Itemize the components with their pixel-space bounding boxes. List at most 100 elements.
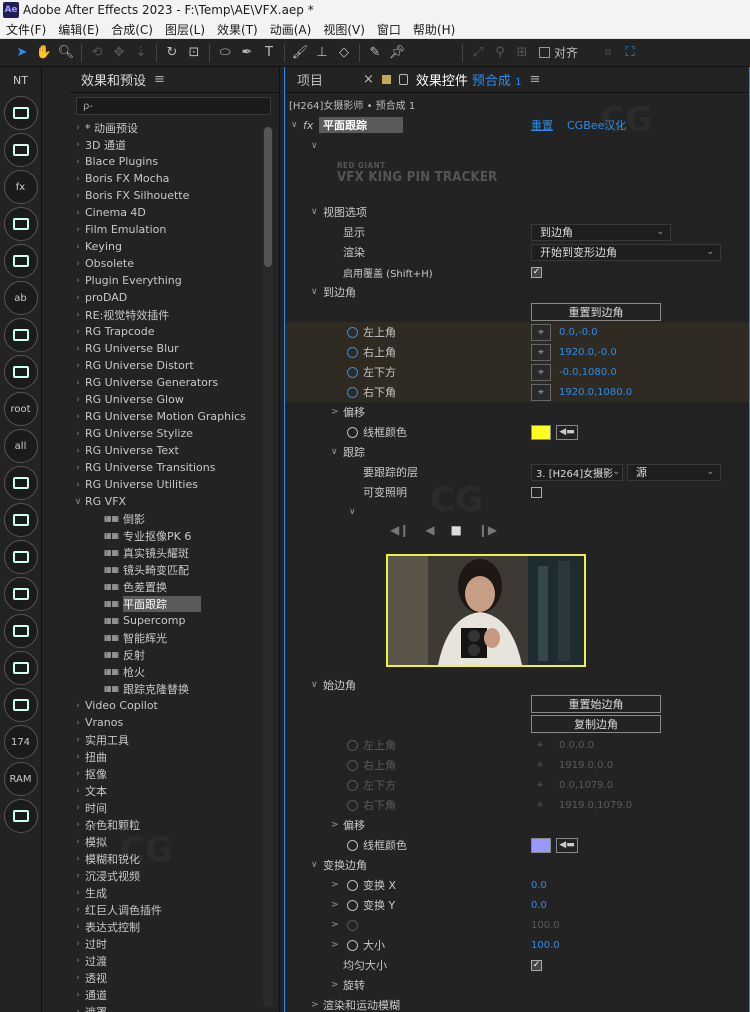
chevron-right-icon[interactable]: › [71, 140, 85, 150]
effect-category[interactable]: › RE:视觉特效插件 [70, 306, 262, 323]
tracking-row[interactable]: ∨ 跟踪 [285, 442, 749, 462]
chevron-right-icon[interactable]: › [71, 786, 85, 796]
menu-view[interactable]: 视图(V) [317, 21, 371, 38]
chevron-right-icon[interactable]: › [71, 310, 85, 320]
effect-category[interactable]: › Video Copilot [70, 697, 262, 714]
collapse-chevron-icon[interactable]: ∨ [311, 141, 318, 151]
uniform-size-checkbox[interactable]: ✓ [531, 959, 542, 971]
type-tool-icon[interactable]: T [259, 43, 279, 63]
effect-category[interactable]: › 沉浸式视频 [70, 867, 262, 884]
to-corners-row[interactable]: ∨ 到边角 [285, 282, 749, 302]
grid-icon[interactable] [3, 355, 38, 389]
chevron-right-icon[interactable]: › [71, 293, 85, 303]
refresh-icon[interactable] [3, 799, 38, 833]
chevron-right-icon[interactable]: › [71, 242, 85, 252]
effect-category[interactable]: › Plugin Everything [70, 272, 262, 289]
play-forward-icon[interactable]: ❙▶ [478, 523, 497, 537]
monitor-icon[interactable] [3, 651, 38, 685]
stopwatch-icon[interactable] [347, 366, 358, 378]
effect-item[interactable]: ▦▦ 枪火 [70, 663, 262, 680]
expand-chevron-icon[interactable]: > [331, 940, 339, 950]
snap-box-icon[interactable]: ⛶ [620, 43, 640, 63]
effect-item[interactable]: ▦▦ 反射 [70, 646, 262, 663]
stopwatch-icon[interactable] [347, 326, 358, 338]
effect-category[interactable]: › 杂色和颗粒 [70, 816, 262, 833]
dolly-tool-icon[interactable]: ⇣ [131, 43, 151, 63]
chevron-right-icon[interactable]: › [71, 463, 85, 473]
collapse-chevron-icon[interactable]: ∨ [349, 507, 356, 517]
stopwatch-icon[interactable] [347, 426, 358, 438]
panel-menu-icon[interactable]: ≡ [529, 72, 540, 87]
effect-category[interactable]: › RG Trapcode [70, 323, 262, 340]
chevron-right-icon[interactable]: › [71, 378, 85, 388]
puppet-pin-tool-icon[interactable]: 📌︎ [387, 43, 407, 63]
tab-effect-controls[interactable]: 效果控件 [416, 70, 468, 89]
effect-category[interactable]: › proDAD [70, 289, 262, 306]
expand-chevron-icon[interactable]: > [331, 880, 339, 890]
chevron-right-icon[interactable]: › [71, 157, 85, 167]
panels-icon[interactable] [3, 503, 38, 537]
effect-category[interactable]: › 时间 [70, 799, 262, 816]
top-left-value[interactable]: 0.0,-0.0 [559, 327, 598, 338]
stopwatch-icon[interactable] [347, 346, 358, 358]
source-dropdown[interactable]: 源 ⌄ [627, 463, 721, 481]
effect-category[interactable]: › 表达式控制 [70, 918, 262, 935]
effect-category[interactable]: › Boris FX Silhouette [70, 187, 262, 204]
effects-scroll-thumb[interactable] [264, 127, 272, 267]
world-axis-icon[interactable]: ⚲ [490, 43, 510, 63]
chevron-right-icon[interactable]: › [71, 922, 85, 932]
effect-item[interactable]: ▦▦ 镜头畸变匹配 [70, 561, 262, 578]
top-right-value[interactable]: 1920.0,-0.0 [559, 347, 617, 358]
chevron-right-icon[interactable]: › [71, 820, 85, 830]
menu-animation[interactable]: 动画(A) [264, 21, 318, 38]
image-add-icon[interactable] [3, 207, 38, 241]
ab-icon[interactable]: ab [3, 281, 38, 315]
effect-category[interactable]: › 文本 [70, 782, 262, 799]
chevron-right-icon[interactable]: › [71, 718, 85, 728]
pen-tool-icon[interactable]: ✒ [237, 43, 257, 63]
stopwatch-icon[interactable] [347, 839, 358, 851]
chevron-right-icon[interactable]: › [71, 803, 85, 813]
chevron-right-icon[interactable]: › [71, 939, 85, 949]
effect-item[interactable]: ▦▦ 智能辉光 [70, 629, 262, 646]
chevron-right-icon[interactable]: › [71, 123, 85, 133]
crosshair-icon[interactable]: ⌖ [531, 363, 551, 381]
ellipse-tool-icon[interactable]: ⬭ [215, 43, 235, 63]
effect-category[interactable]: › RG Universe Utilities [70, 476, 262, 493]
expand-chevron-icon[interactable]: ∨ [311, 207, 318, 217]
view-axis-icon[interactable]: ⊞ [512, 43, 532, 63]
step-back-icon[interactable]: ◀❙ [390, 523, 409, 537]
rotate-row[interactable]: > 旋转 [285, 975, 749, 995]
effect-category[interactable]: › 模糊和锐化 [70, 850, 262, 867]
effect-category[interactable]: › RG Universe Generators [70, 374, 262, 391]
effect-category[interactable]: › 遮罩 [70, 1003, 262, 1012]
effect-category[interactable]: › RG Universe Motion Graphics [70, 408, 262, 425]
effect-category[interactable]: › 抠像 [70, 765, 262, 782]
expand-chevron-icon[interactable]: > [331, 920, 339, 930]
render-motion-row[interactable]: > 渲染和运动模糊 [285, 995, 749, 1012]
effect-category[interactable]: › 通道 [70, 986, 262, 1003]
bottom-left-value[interactable]: -0.0,1080.0 [559, 367, 617, 378]
effect-item[interactable]: ▦▦ 专业抠像PK 6 [70, 527, 262, 544]
rotate-tool-icon[interactable]: ↻ [162, 43, 182, 63]
from-corners-row[interactable]: ∨ 始边角 [285, 675, 749, 695]
tab-project[interactable]: 项目 [285, 70, 363, 89]
menu-layer[interactable]: 图层(L) [159, 21, 211, 38]
effect-category[interactable]: ∨ RG VFX [70, 493, 262, 510]
crosshair-icon[interactable]: ⌖ [531, 343, 551, 361]
chevron-right-icon[interactable]: › [71, 871, 85, 881]
menu-composition[interactable]: 合成(C) [105, 21, 159, 38]
effect-category[interactable]: › 3D 通道 [70, 136, 262, 153]
car-icon[interactable] [3, 96, 38, 130]
anchor-tool-icon[interactable]: ⊡ [184, 43, 204, 63]
rectangle-icon[interactable] [3, 540, 38, 574]
local-axis-icon[interactable]: ⤢ [468, 43, 488, 63]
effect-category[interactable]: › * 动画预设 [70, 119, 262, 136]
effect-name[interactable]: 平面跟踪 [319, 117, 403, 133]
reset-link[interactable]: 重置 [531, 117, 553, 133]
track-layer-dropdown[interactable]: 3. [H264]女摄影 ⌄ [531, 463, 623, 481]
effect-category[interactable]: › Keying [70, 238, 262, 255]
reset-to-corners-button[interactable]: 重置到边角 [531, 303, 661, 321]
chevron-right-icon[interactable]: › [71, 905, 85, 915]
snap-options-icon[interactable]: ⌗ [598, 43, 618, 63]
